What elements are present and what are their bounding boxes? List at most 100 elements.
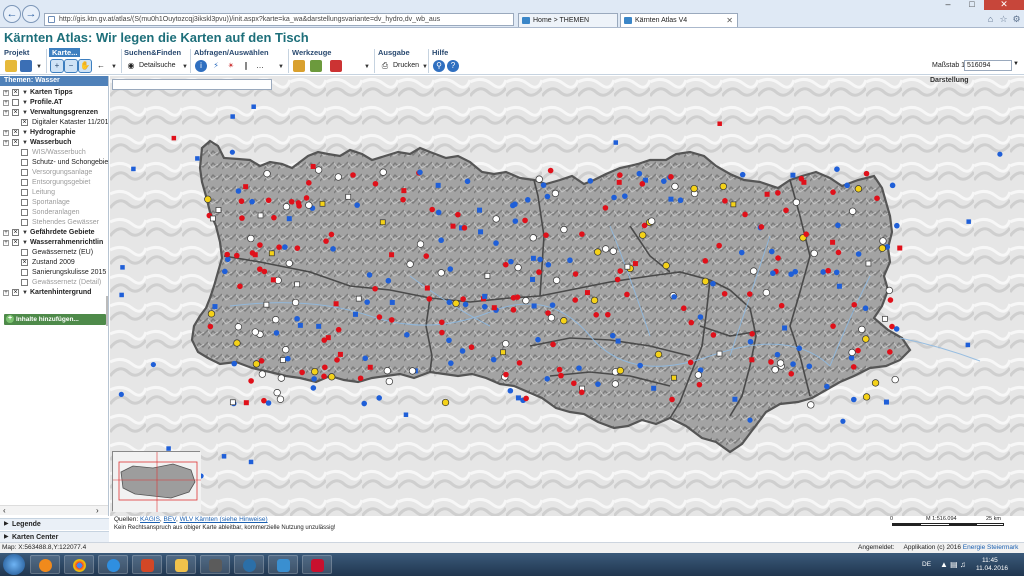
map-point[interactable] [507, 387, 514, 394]
map-point[interactable] [237, 283, 243, 290]
map-point[interactable] [595, 381, 601, 387]
map-point[interactable] [530, 276, 536, 282]
map-point[interactable] [403, 412, 409, 417]
taskbar-powerpoint[interactable] [132, 555, 162, 574]
map-point[interactable] [614, 276, 621, 283]
layer-item[interactable]: × Digitaler Kataster 11/201 [0, 118, 108, 128]
map-point[interactable] [806, 363, 813, 370]
map-point[interactable] [514, 263, 522, 272]
map-point[interactable] [450, 223, 456, 229]
map-point[interactable] [437, 269, 445, 277]
layer-checkbox[interactable] [21, 269, 28, 276]
map-point[interactable] [221, 268, 228, 275]
layer-item[interactable]: Sanierungskulisse 2015 [0, 268, 108, 278]
map-point[interactable] [788, 370, 795, 377]
map-point[interactable] [702, 258, 709, 264]
layer-item[interactable]: Schutz- und Schongebiet [0, 158, 108, 168]
map-point[interactable] [810, 249, 818, 258]
map-point[interactable] [383, 367, 392, 375]
map-point[interactable] [680, 305, 687, 312]
map-point[interactable] [738, 249, 745, 256]
forward-icon[interactable]: → [22, 5, 40, 23]
map-point[interactable] [854, 185, 863, 193]
map-point[interactable] [834, 166, 840, 172]
map-point[interactable] [252, 360, 261, 368]
map-point[interactable] [372, 180, 379, 187]
map-point[interactable] [790, 361, 796, 367]
lightning-icon[interactable]: ⚡ [210, 60, 222, 72]
map-point[interactable] [481, 303, 488, 310]
map-point[interactable] [273, 330, 280, 336]
layer-checkbox[interactable] [21, 219, 28, 226]
map-point[interactable] [550, 341, 556, 348]
map-point[interactable] [611, 380, 620, 388]
map-point[interactable] [790, 172, 796, 178]
source-link-wlv[interactable]: WLV Kärnten (siehe Hinweise) [180, 516, 268, 523]
map-point[interactable] [792, 198, 801, 206]
map-point[interactable] [887, 297, 894, 303]
map-point[interactable] [502, 261, 509, 268]
map-point[interactable] [404, 332, 410, 338]
map-point[interactable] [587, 178, 594, 184]
layer-item[interactable]: + × ▼ Wasserbuch [0, 138, 108, 148]
map-point[interactable] [417, 169, 423, 176]
map-point[interactable] [758, 224, 765, 230]
layer-item[interactable]: + × ▼ Hydrographie [0, 128, 108, 138]
map-point[interactable] [282, 346, 290, 354]
chevron-down-icon[interactable]: ▼ [111, 64, 117, 70]
map-point[interactable] [739, 171, 746, 178]
map-point[interactable] [429, 206, 436, 213]
source-link-kagis[interactable]: KAGIS [140, 516, 160, 523]
map-point[interactable] [742, 211, 748, 218]
map-point[interactable] [282, 203, 291, 211]
map-point[interactable] [746, 291, 753, 297]
map-point[interactable] [361, 400, 368, 407]
map-point[interactable] [303, 195, 310, 201]
map-point[interactable] [441, 398, 450, 407]
minimize-icon[interactable]: – [936, 0, 960, 10]
layer-checkbox[interactable]: × [21, 259, 28, 266]
map-point[interactable] [357, 375, 364, 382]
map-point[interactable] [464, 178, 471, 185]
chevron-left-icon[interactable]: ‹ [3, 506, 6, 515]
layer-item[interactable]: Stehendes Gewässer [0, 218, 108, 228]
map-point[interactable] [311, 367, 319, 376]
map-point[interactable] [771, 366, 779, 374]
chevron-down-icon[interactable]: ▼ [22, 238, 28, 248]
map-point[interactable] [516, 360, 523, 366]
map-point[interactable] [406, 260, 414, 268]
map-point[interactable] [602, 205, 609, 211]
redline-icon[interactable] [330, 60, 342, 72]
map-point[interactable] [668, 174, 674, 180]
map-point[interactable] [328, 373, 336, 381]
map-point[interactable] [294, 315, 300, 322]
back-icon[interactable]: ← [3, 5, 21, 23]
map-point[interactable] [288, 198, 295, 205]
open-folder-icon[interactable] [5, 60, 17, 72]
map-point[interactable] [224, 256, 231, 263]
map-point[interactable] [651, 385, 657, 391]
map-point[interactable] [540, 182, 547, 188]
expand-icon[interactable]: + [3, 90, 9, 96]
tray-icons[interactable]: ▲ ▤ ♫ [940, 560, 966, 569]
windows-start-icon[interactable] [3, 554, 25, 575]
map-point[interactable] [697, 314, 704, 320]
map-point[interactable] [844, 182, 850, 189]
layer-checkbox[interactable]: × [12, 139, 19, 146]
map-point[interactable] [567, 257, 573, 264]
map-point[interactable] [299, 369, 305, 376]
map-point[interactable] [965, 342, 971, 348]
map-point[interactable] [717, 121, 722, 126]
map-point[interactable] [319, 200, 326, 207]
map-point[interactable] [576, 365, 582, 371]
map-point[interactable] [385, 377, 393, 386]
darstellung-panel-header[interactable]: Darstellung [930, 77, 969, 84]
map-point[interactable] [249, 198, 255, 205]
map-point[interactable] [545, 261, 552, 268]
map-point[interactable] [251, 328, 259, 336]
map-point[interactable] [721, 290, 728, 297]
taskbar-ie[interactable] [98, 555, 128, 574]
layer-item[interactable]: + × ▼ Wasserrahmenrichtlin [0, 238, 108, 248]
drucken-button[interactable]: Drucken [393, 62, 419, 69]
map-point[interactable] [215, 207, 222, 213]
